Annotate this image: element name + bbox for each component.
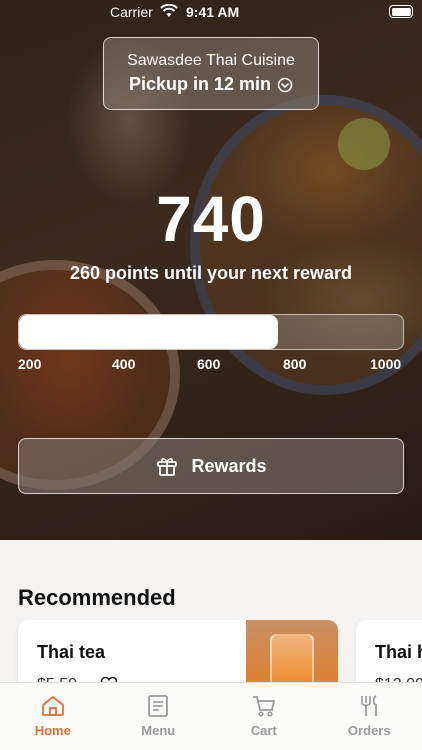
tick-label: 600 xyxy=(197,356,221,372)
points-remaining-text: 260 points until your next reward xyxy=(69,263,353,283)
menu-icon xyxy=(148,695,169,717)
tab-orders[interactable]: Orders xyxy=(317,683,422,750)
recommended-heading: Recommended xyxy=(18,585,176,610)
product-card[interactable]: Thai tea $5.50 xyxy=(18,620,338,690)
tick-label: 400 xyxy=(112,356,136,372)
tab-label: Orders xyxy=(347,723,391,738)
gift-icon xyxy=(157,458,178,476)
product-name: Thai tea xyxy=(37,642,106,662)
points-balance: 740 xyxy=(156,183,266,255)
tab-label: Menu xyxy=(141,723,176,738)
pickup-time: Pickup in 12 min xyxy=(128,74,272,94)
product-card[interactable]: Thai h $12.00 xyxy=(356,620,422,690)
product-name: Thai h xyxy=(375,642,422,662)
store-name: Sawasdee Thai Cuisine xyxy=(127,52,295,69)
tab-home[interactable]: Home xyxy=(0,683,106,750)
rewards-button[interactable]: Rewards xyxy=(18,438,404,494)
tab-cart[interactable]: Cart xyxy=(211,683,317,750)
orders-icon xyxy=(361,695,378,716)
tick-label: 1000 xyxy=(370,356,402,372)
tab-label: Home xyxy=(34,723,71,738)
wifi-icon xyxy=(160,4,178,17)
cart-icon xyxy=(252,696,275,717)
status-bar: Carrier 9:41 AM xyxy=(0,0,422,26)
chevron-down-circle-icon xyxy=(277,77,293,92)
tick-label: 200 xyxy=(18,356,42,372)
tick-label: 800 xyxy=(283,356,307,372)
battery-icon xyxy=(389,5,413,18)
clock: 9:41 AM xyxy=(186,4,240,20)
carrier-label: Carrier xyxy=(110,4,153,20)
tab-bar: Home Menu Cart Orders xyxy=(0,682,422,750)
recommended-carousel[interactable]: Thai tea $5.50 Thai h $12.00 xyxy=(0,620,422,690)
progress-tick-labels: 200 400 600 800 1000 xyxy=(0,356,422,374)
rewards-progress-fill xyxy=(19,315,279,349)
tab-label: Cart xyxy=(250,723,277,738)
home-icon xyxy=(41,696,64,716)
hero-banner: Carrier 9:41 AM Sawasdee Thai Cuisine Pi… xyxy=(0,0,422,540)
rewards-button-label: Rewards xyxy=(191,455,267,476)
tab-menu[interactable]: Menu xyxy=(106,683,212,750)
store-selector[interactable]: Sawasdee Thai Cuisine Pickup in 12 min xyxy=(103,37,319,110)
rewards-progress-bar xyxy=(18,314,404,350)
product-image xyxy=(246,620,338,690)
